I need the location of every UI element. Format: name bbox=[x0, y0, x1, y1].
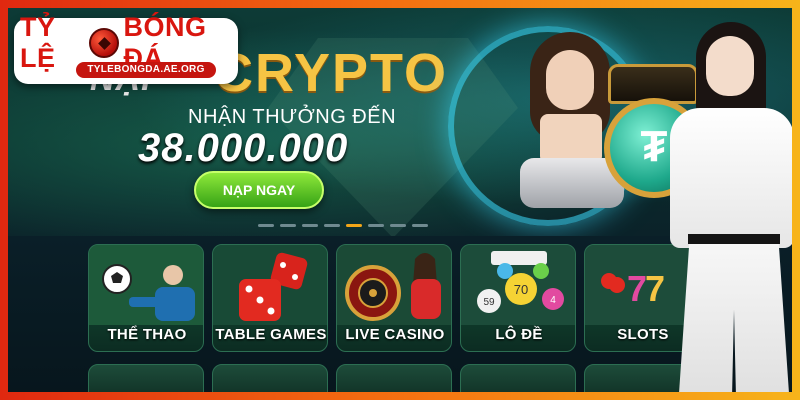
category-tile-partial[interactable] bbox=[212, 364, 328, 392]
logo-title: TỶ LỆ BÓNG ĐÁ bbox=[20, 12, 232, 73]
carousel-dot[interactable] bbox=[280, 224, 296, 227]
banner-promo-amount: 38.000.000 bbox=[138, 126, 349, 170]
deposit-now-button[interactable]: NẠP NGAY bbox=[194, 171, 324, 209]
soccer-ball-icon bbox=[89, 245, 203, 325]
site-logo[interactable]: TỶ LỆ BÓNG ĐÁ TYLEBONGDA.AE.ORG bbox=[14, 12, 238, 84]
carousel-dot[interactable] bbox=[412, 224, 428, 227]
roulette-icon bbox=[337, 245, 451, 325]
category-sports[interactable]: THỂ THAO bbox=[88, 244, 204, 352]
banner-headline: CRYPTO bbox=[214, 43, 449, 103]
category-lottery[interactable]: 59 70 4 LÔ ĐỀ bbox=[460, 244, 576, 352]
logo-title-left: TỶ LỆ bbox=[20, 12, 56, 73]
carousel-dot[interactable] bbox=[302, 224, 318, 227]
logo-domain: TYLEBONGDA.AE.ORG bbox=[76, 62, 216, 78]
carousel-indicators[interactable] bbox=[258, 224, 428, 230]
page-content: NẠP CRYPTO NHẬN THƯỞNG ĐẾN 38.000.000 NẠ… bbox=[8, 8, 792, 392]
svg-text:70: 70 bbox=[514, 282, 528, 297]
category-label: TABLE GAMES bbox=[215, 326, 327, 343]
carousel-dot[interactable] bbox=[346, 224, 362, 227]
category-label: LÔ ĐỀ bbox=[495, 326, 543, 343]
carousel-dot[interactable] bbox=[368, 224, 384, 227]
svg-text:4: 4 bbox=[550, 295, 556, 306]
category-label: LIVE CASINO bbox=[345, 326, 445, 343]
category-tile-partial[interactable] bbox=[88, 364, 204, 392]
category-tile-partial[interactable] bbox=[336, 364, 452, 392]
carousel-dot[interactable] bbox=[258, 224, 274, 227]
football-icon bbox=[89, 28, 120, 58]
category-table-games[interactable]: TABLE GAMES bbox=[212, 244, 328, 352]
brand-ambassador-image bbox=[648, 22, 792, 392]
carousel-dot[interactable] bbox=[324, 224, 340, 227]
category-tile-partial[interactable] bbox=[460, 364, 576, 392]
category-label: THỂ THAO bbox=[107, 326, 187, 343]
lottery-balls-icon: 59 70 4 bbox=[461, 245, 575, 325]
carousel-dot[interactable] bbox=[390, 224, 406, 227]
svg-text:59: 59 bbox=[483, 297, 495, 308]
dice-icon bbox=[213, 245, 327, 325]
category-live-casino[interactable]: LIVE CASINO bbox=[336, 244, 452, 352]
